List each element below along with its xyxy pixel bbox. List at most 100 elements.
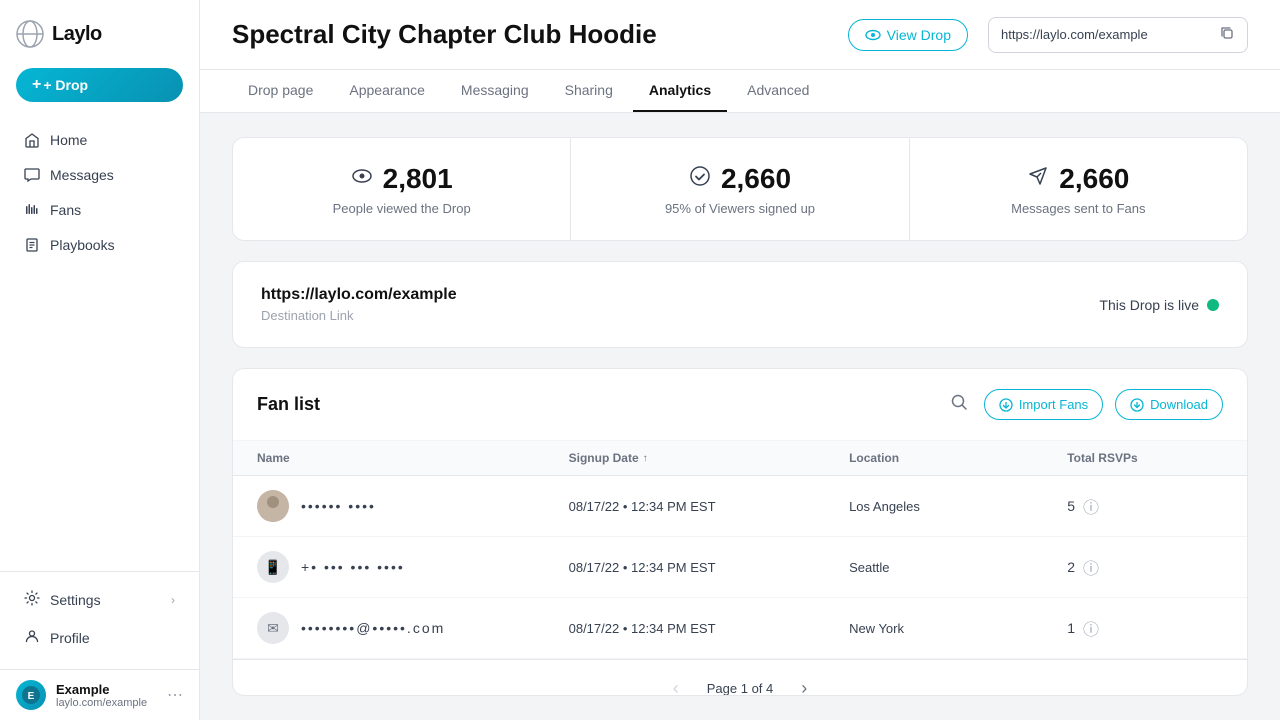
settings-chevron-icon: › xyxy=(171,593,175,607)
row-3-signup-date: 08/17/22 • 12:34 PM EST xyxy=(569,621,849,636)
row-2-signup-date: 08/17/22 • 12:34 PM EST xyxy=(569,560,849,575)
eye-stat-icon xyxy=(351,165,373,193)
row-2-name: +• ••• ••• •••• xyxy=(301,559,405,575)
stat-views: 2,801 People viewed the Drop xyxy=(233,138,571,240)
destination-url: https://laylo.com/example xyxy=(261,286,457,304)
stat-signups: 2,660 95% of Viewers signed up xyxy=(571,138,909,240)
account-name: Example xyxy=(56,682,157,697)
row-name-cell: ✉ ••••••••@•••••.com xyxy=(257,612,569,644)
account-menu-button[interactable]: ⋯ xyxy=(167,685,183,705)
new-drop-button[interactable]: + + Drop xyxy=(16,68,183,102)
next-page-button[interactable]: › xyxy=(793,674,815,696)
profile-icon xyxy=(24,628,40,647)
table-row: ✉ ••••••••@•••••.com 08/17/22 • 12:34 PM… xyxy=(233,598,1247,659)
fan-list-title: Fan list xyxy=(257,394,934,415)
messages-icon xyxy=(24,167,40,183)
fan-list-search-button[interactable] xyxy=(946,389,972,420)
sidebar-item-messages[interactable]: Messages xyxy=(8,158,191,192)
download-icon xyxy=(1130,398,1144,412)
playbooks-icon xyxy=(24,237,40,253)
row-1-info-icon[interactable]: ⓘ xyxy=(1083,494,1099,518)
page-title: Spectral City Chapter Club Hoodie xyxy=(232,19,828,50)
fans-icon xyxy=(24,202,40,218)
svg-text:E: E xyxy=(28,691,35,702)
sidebar-item-playbooks-label: Playbooks xyxy=(50,237,115,253)
row-3-location: New York xyxy=(849,621,1067,636)
tab-appearance[interactable]: Appearance xyxy=(333,70,441,112)
col-name: Name xyxy=(257,451,569,465)
messages-number: 2,660 xyxy=(1059,163,1129,195)
fan-list-card: Fan list Import Fans Download Name Signu… xyxy=(232,368,1248,696)
settings-label: Settings xyxy=(50,592,101,608)
sidebar-item-playbooks[interactable]: Playbooks xyxy=(8,228,191,262)
tab-messaging[interactable]: Messaging xyxy=(445,70,545,112)
stat-messages: 2,660 Messages sent to Fans xyxy=(910,138,1247,240)
import-fans-button[interactable]: Import Fans xyxy=(984,389,1103,420)
row-3-name: ••••••••@•••••.com xyxy=(301,620,445,636)
views-number: 2,801 xyxy=(383,163,453,195)
sidebar-item-fans[interactable]: Fans xyxy=(8,193,191,227)
avatar xyxy=(257,490,289,522)
sidebar-bottom: Settings › Profile xyxy=(0,571,199,665)
settings-icon xyxy=(24,590,40,609)
table-header: Name Signup Date ↑ Location Total RSVPs xyxy=(233,441,1247,476)
import-icon xyxy=(999,398,1013,412)
row-name-cell: 📱 +• ••• ••• •••• xyxy=(257,551,569,583)
table-row: 📱 +• ••• ••• •••• 08/17/22 • 12:34 PM ES… xyxy=(233,537,1247,598)
col-signup-date: Signup Date ↑ xyxy=(569,451,849,465)
live-status: This Drop is live xyxy=(1099,297,1219,313)
content-area: 2,801 People viewed the Drop 2,660 95% o… xyxy=(200,113,1280,720)
url-text: https://laylo.com/example xyxy=(1001,27,1211,42)
row-3-rsvps: 1 xyxy=(1067,620,1075,636)
tabs: Drop page Appearance Messaging Sharing A… xyxy=(200,70,1280,113)
home-icon xyxy=(24,132,40,148)
prev-page-button[interactable]: ‹ xyxy=(665,674,687,696)
eye-icon xyxy=(865,27,881,43)
sort-icon[interactable]: ↑ xyxy=(643,453,648,464)
sidebar: Laylo + + Drop Home Messages Fans xyxy=(0,0,200,720)
row-3-info-icon[interactable]: ⓘ xyxy=(1083,616,1099,640)
account-info: Example laylo.com/example xyxy=(56,682,157,709)
views-label: People viewed the Drop xyxy=(333,201,471,216)
nav-items: Home Messages Fans Playbooks xyxy=(0,118,199,571)
tab-advanced[interactable]: Advanced xyxy=(731,70,825,112)
col-total-rsvps: Total RSVPs xyxy=(1067,451,1223,465)
link-card: https://laylo.com/example Destination Li… xyxy=(232,261,1248,348)
tab-sharing[interactable]: Sharing xyxy=(549,70,629,112)
sidebar-item-messages-label: Messages xyxy=(50,167,114,183)
main-content: Spectral City Chapter Club Hoodie View D… xyxy=(200,0,1280,720)
live-status-text: This Drop is live xyxy=(1099,297,1199,313)
sidebar-item-profile[interactable]: Profile xyxy=(8,619,191,656)
view-drop-button[interactable]: View Drop xyxy=(848,19,968,51)
laylo-logo-icon xyxy=(16,20,44,48)
signups-label: 95% of Viewers signed up xyxy=(665,201,815,216)
page-indicator: Page 1 of 4 xyxy=(707,681,774,696)
logo: Laylo xyxy=(0,0,199,64)
tab-drop-page[interactable]: Drop page xyxy=(232,70,329,112)
messages-label: Messages sent to Fans xyxy=(1011,201,1145,216)
pagination: ‹ Page 1 of 4 › xyxy=(233,659,1247,696)
row-1-signup-date: 08/17/22 • 12:34 PM EST xyxy=(569,499,849,514)
row-1-name: •••••• •••• xyxy=(301,498,376,514)
tab-analytics[interactable]: Analytics xyxy=(633,70,727,112)
sidebar-item-home[interactable]: Home xyxy=(8,123,191,157)
signups-number: 2,660 xyxy=(721,163,791,195)
row-2-info-icon[interactable]: ⓘ xyxy=(1083,555,1099,579)
brand-name: Laylo xyxy=(52,23,102,46)
table-row: •••••• •••• 08/17/22 • 12:34 PM EST Los … xyxy=(233,476,1247,537)
row-1-location: Los Angeles xyxy=(849,499,1067,514)
avatar: 📱 xyxy=(257,551,289,583)
destination-label: Destination Link xyxy=(261,308,457,323)
stats-row: 2,801 People viewed the Drop 2,660 95% o… xyxy=(232,137,1248,241)
sidebar-item-settings[interactable]: Settings › xyxy=(8,581,191,618)
check-stat-icon xyxy=(689,165,711,193)
col-location: Location xyxy=(849,451,1067,465)
sidebar-item-fans-label: Fans xyxy=(50,202,81,218)
row-name-cell: •••••• •••• xyxy=(257,490,569,522)
copy-icon[interactable] xyxy=(1219,25,1235,45)
fan-list-header: Fan list Import Fans Download xyxy=(233,369,1247,441)
account-url: laylo.com/example xyxy=(56,697,157,709)
row-2-rsvps: 2 xyxy=(1067,559,1075,575)
download-button[interactable]: Download xyxy=(1115,389,1223,420)
row-1-rsvps: 5 xyxy=(1067,498,1075,514)
